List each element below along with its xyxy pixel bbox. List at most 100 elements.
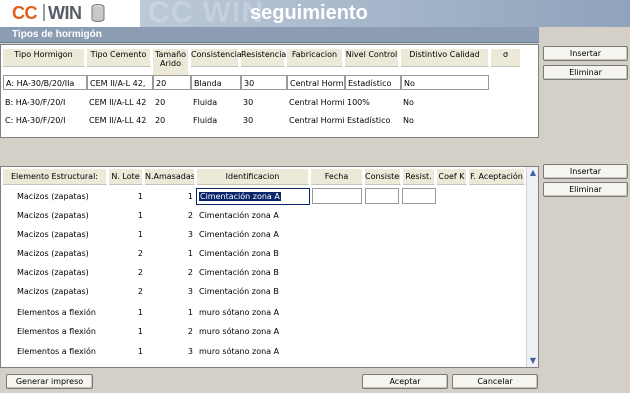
amasadas-cell[interactable]: 1 — [145, 246, 195, 261]
lote-cell[interactable]: 1 — [109, 208, 145, 223]
elemento-cell[interactable]: Macizos (zapatas) — [15, 265, 109, 280]
identificacion-cell[interactable]: muro sótano zona A — [197, 324, 309, 339]
tipo-a-cemento[interactable]: CEM II/A-L 42, — [87, 75, 153, 90]
insertar-tipo-button[interactable]: Insertar — [543, 46, 628, 61]
elemento-cell[interactable]: Elementos a flexión — [15, 305, 109, 320]
identificacion-cell[interactable]: muro sótano zona A — [197, 344, 309, 359]
tipo-a-fabricacion[interactable]: Central Hormig — [287, 75, 345, 90]
tipo-c-fabricacion[interactable]: Central Hormig — [287, 113, 345, 128]
consistencia-input[interactable] — [365, 188, 399, 204]
scroll-up-icon[interactable]: ▲ — [528, 168, 538, 178]
elemento-cell[interactable]: Macizos (zapatas) — [15, 227, 109, 242]
identificacion-input-selected[interactable]: Cimentación zona A — [196, 188, 310, 205]
col-header-tipo-cemento[interactable]: Tipo Cemento — [87, 49, 151, 67]
generar-impreso-button[interactable]: Generar impreso — [6, 374, 93, 389]
tipo-b-arido[interactable]: 20 — [153, 95, 191, 110]
col-header-fecha[interactable]: Fecha — [311, 169, 363, 185]
lote-cell[interactable]: 1 — [109, 324, 145, 339]
lote-cell[interactable]: 2 — [109, 246, 145, 261]
amasadas-cell[interactable]: 3 — [145, 284, 195, 299]
amasadas-cell[interactable]: 3 — [145, 344, 195, 359]
lote-cell[interactable]: 2 — [109, 284, 145, 299]
amasadas-cell[interactable]: 3 — [145, 227, 195, 242]
fecha-input[interactable] — [312, 188, 362, 204]
col-header-amasadas[interactable]: N.Amasadas — [145, 169, 195, 185]
tipo-c-arido[interactable]: 20 — [153, 113, 191, 128]
tipo-a-consistencia[interactable]: Blanda — [191, 75, 241, 90]
section-bar: Tipos de hormigón — [0, 27, 539, 43]
resist-input[interactable] — [402, 188, 436, 204]
col-header-tipo-hormigon[interactable]: Tipo Hormigon — [3, 49, 85, 67]
identificacion-selected-text: Cimentación zona A — [199, 192, 281, 201]
col-header-elemento[interactable]: Elemento Estructural: — [3, 169, 107, 185]
database-icon — [91, 4, 105, 22]
amasadas-cell[interactable]: 2 — [145, 324, 195, 339]
col-header-identificacion[interactable]: Identificacion — [197, 169, 309, 185]
amasadas-cell[interactable]: 2 — [145, 208, 195, 223]
col-header-distintivo-calidad[interactable]: Distintivo Calidad — [401, 49, 489, 67]
col-header-consistencia[interactable]: Consistencia — [191, 49, 242, 67]
tipo-a-distintivo[interactable]: No — [401, 75, 489, 90]
tipo-a-arido[interactable]: 20 — [153, 75, 191, 90]
tipo-b-hormigon[interactable]: B: HA-30/F/20/I — [3, 95, 87, 110]
lote-cell[interactable]: 1 — [109, 344, 145, 359]
tipo-b-resistencia[interactable]: 30 — [241, 95, 287, 110]
tipo-c-nivel[interactable]: Estadístico — [345, 113, 401, 128]
lote-cell[interactable]: 2 — [109, 265, 145, 280]
elementos-scrollbar[interactable]: ▲ ▼ — [526, 167, 538, 367]
tipo-b-fabricacion[interactable]: Central Hormig — [287, 95, 345, 110]
app-header: CC WIN CC WIN seguimiento — [0, 0, 630, 27]
tipo-a-hormigon[interactable]: A: HA-30/B/20/IIa — [3, 75, 87, 90]
col-header-sigma[interactable]: σ — [491, 49, 521, 67]
amasadas-cell[interactable]: 1 — [145, 189, 195, 204]
tipo-c-hormigon[interactable]: C: HA-30/F/20/I — [3, 113, 87, 128]
tipo-a-nivel[interactable]: Estadístico — [345, 75, 401, 90]
col-header-resist[interactable]: Resist. — [403, 169, 435, 185]
lote-cell[interactable]: 1 — [109, 189, 145, 204]
elemento-cell[interactable]: Macizos (zapatas) — [15, 208, 109, 223]
logo-win: WIN — [48, 3, 82, 23]
col-header-resistencia[interactable]: Resistencia — [241, 49, 286, 67]
eliminar-tipo-button[interactable]: Eliminar — [543, 65, 628, 80]
tipos-hormigon-grid: Tipo Hormigon Tipo Cemento Tamaño Arido … — [0, 44, 539, 138]
identificacion-cell[interactable]: muro sótano zona A — [197, 305, 309, 320]
tipo-c-cemento[interactable]: CEM II/A-LL 42 — [87, 113, 153, 128]
elemento-cell[interactable]: Macizos (zapatas) — [15, 189, 109, 204]
elemento-cell[interactable]: Elementos a flexión — [15, 324, 109, 339]
section-title: Tipos de hormigón — [12, 29, 102, 40]
identificacion-cell[interactable]: Cimentación zona A — [197, 208, 309, 223]
col-header-fabricacion[interactable]: Fabricacion — [287, 49, 343, 67]
amasadas-cell[interactable]: 1 — [145, 305, 195, 320]
elementos-grid: Elemento Estructural: N. Lote N.Amasadas… — [0, 166, 539, 368]
col-header-nivel-control[interactable]: Nivel Control — [345, 49, 399, 67]
identificacion-cell[interactable]: Cimentación zona B — [197, 246, 309, 261]
lote-cell[interactable]: 1 — [109, 227, 145, 242]
tipo-b-cemento[interactable]: CEM II/A-LL 42 — [87, 95, 153, 110]
identificacion-cell[interactable]: Cimentación zona A — [197, 227, 309, 242]
lote-cell[interactable]: 1 — [109, 305, 145, 320]
col-header-consistencia2[interactable]: Consisten. — [365, 169, 401, 185]
tipo-b-consistencia[interactable]: Fluida — [191, 95, 241, 110]
tipo-b-distintivo[interactable]: No — [401, 95, 489, 110]
elemento-cell[interactable]: Macizos (zapatas) — [15, 246, 109, 261]
identificacion-cell[interactable]: Cimentación zona B — [197, 265, 309, 280]
col-header-lote[interactable]: N. Lote — [109, 169, 143, 185]
insertar-elemento-button[interactable]: Insertar — [543, 164, 628, 179]
amasadas-cell[interactable]: 2 — [145, 265, 195, 280]
tipo-c-resistencia[interactable]: 30 — [241, 113, 287, 128]
elemento-cell[interactable]: Elementos a flexión — [15, 344, 109, 359]
elemento-cell[interactable]: Macizos (zapatas) — [15, 284, 109, 299]
scroll-down-icon[interactable]: ▼ — [528, 356, 538, 366]
col-header-coef-k[interactable]: Coef K — [437, 169, 467, 185]
cancelar-button[interactable]: Cancelar — [452, 374, 538, 389]
tipo-b-nivel[interactable]: 100% — [345, 95, 401, 110]
col-header-tamano-arido[interactable]: Tamaño Arido — [153, 49, 189, 77]
aceptar-button[interactable]: Aceptar — [362, 374, 448, 389]
tipo-c-consistencia[interactable]: Fluida — [191, 113, 241, 128]
col-header-f-aceptacion[interactable]: F. Aceptación — [469, 169, 525, 185]
identificacion-cell[interactable]: Cimentación zona B — [197, 284, 309, 299]
eliminar-elemento-button[interactable]: Eliminar — [543, 182, 628, 197]
logo-separator — [43, 4, 45, 21]
tipo-c-distintivo[interactable]: No — [401, 113, 489, 128]
tipo-a-resistencia[interactable]: 30 — [241, 75, 287, 90]
